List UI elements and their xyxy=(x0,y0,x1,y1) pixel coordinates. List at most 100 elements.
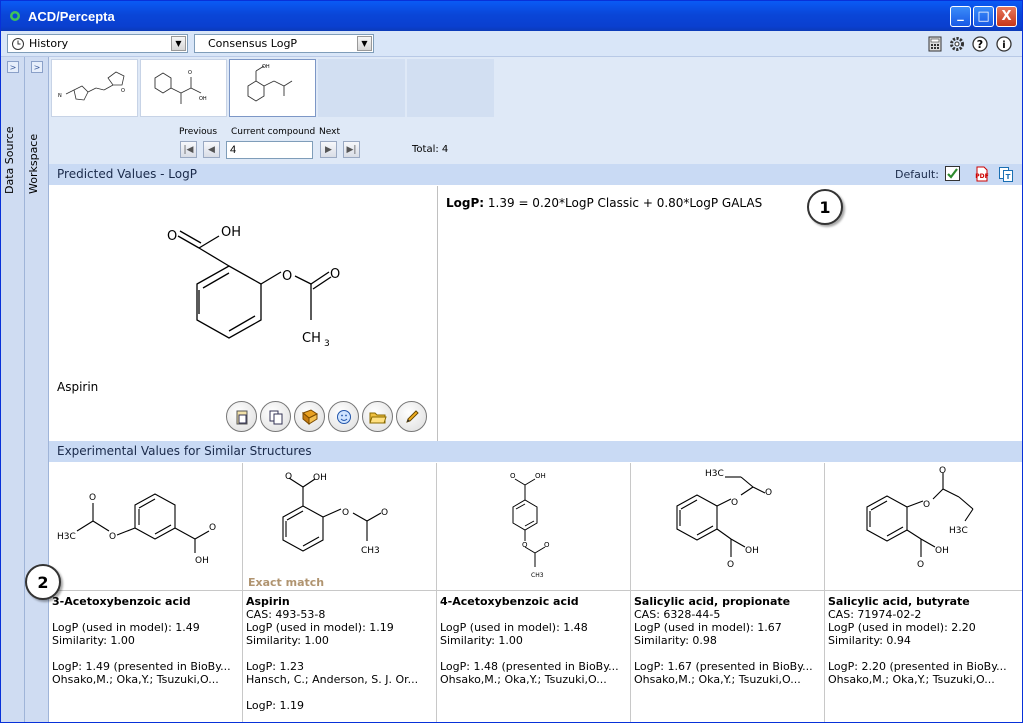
similar-structure-card[interactable]: H3C O O O OH Salicylic acid, propionate CA… xyxy=(631,463,825,722)
logp-used-in-model: LogP (used in model): 2.20 xyxy=(828,621,976,634)
maximize-icon: □ xyxy=(977,9,990,24)
similar-structure-info: 3-Acetoxybenzoic acid LogP (used in mode… xyxy=(52,595,240,686)
minimize-button[interactable]: _ xyxy=(950,6,971,27)
chevron-down-icon[interactable]: ▼ xyxy=(357,36,372,51)
compound-thumbnail[interactable]: NO xyxy=(51,59,138,117)
close-button[interactable]: X xyxy=(996,6,1017,27)
svg-text:PDF: PDF xyxy=(975,173,988,180)
open-library-button[interactable] xyxy=(294,401,325,432)
reference-authors: Ohsako,M.; Oka,Y.; Tsuzuki,O... xyxy=(828,673,995,686)
chevron-down-icon[interactable]: ▼ xyxy=(171,36,186,51)
svg-text:O: O xyxy=(342,508,349,518)
similarity-value: Similarity: 0.98 xyxy=(634,634,717,647)
first-button[interactable]: |◀ xyxy=(180,141,197,158)
expand-icon[interactable]: > xyxy=(31,61,43,73)
experimental-values-header: Experimental Values for Similar Structur… xyxy=(49,441,1022,462)
pencil-icon xyxy=(405,409,419,423)
edit-structure-button[interactable] xyxy=(396,401,427,432)
logp-reference: LogP: 1.48 (presented in BioBy... xyxy=(440,660,619,673)
module-label: Consensus LogP xyxy=(208,37,298,50)
current-compound-input[interactable] xyxy=(226,141,313,159)
help-icon[interactable]: ? xyxy=(971,35,988,52)
svg-text:O: O xyxy=(727,560,734,570)
compound-name: Aspirin xyxy=(57,380,99,394)
logp-reference: LogP: 1.23 xyxy=(246,660,304,673)
svg-text:O: O xyxy=(209,523,216,533)
predicted-values-title: Predicted Values - LogP xyxy=(57,167,197,181)
predicted-values-header: Predicted Values - LogP Default: PDF T xyxy=(49,164,1022,185)
gear-icon[interactable] xyxy=(948,35,965,52)
logp-extra: LogP: 1.19 xyxy=(246,699,304,712)
maximize-button[interactable]: □ xyxy=(973,6,994,27)
compound-thumbnail-selected[interactable]: OH xyxy=(229,59,316,117)
similar-structure-info: 4-Acetoxybenzoic acid LogP (used in mode… xyxy=(440,595,628,686)
svg-text:CH3: CH3 xyxy=(361,546,380,556)
next-button[interactable]: ▶ xyxy=(320,141,337,158)
copy-icon[interactable]: T xyxy=(998,166,1014,185)
reference-authors: Ohsako,M.; Oka,Y.; Tsuzuki,O... xyxy=(634,673,801,686)
svg-text:H3C: H3C xyxy=(57,532,76,542)
current-compound-label: Current compound xyxy=(231,127,316,137)
similar-structure-card[interactable]: O OH O O CH3 Exact match Aspirin CAS: 493-… xyxy=(243,463,437,722)
svg-text:CH: CH xyxy=(302,331,321,346)
next-label: Next xyxy=(319,127,340,137)
logp-formula: LogP: 1.39 = 0.20*LogP Classic + 0.80*Lo… xyxy=(446,196,762,210)
similar-structure-card[interactable]: O O H3C O OH Salicylic acid, butyrate CAS:… xyxy=(825,463,1022,722)
similar-structure-info: Aspirin CAS: 493-53-8 LogP (used in mode… xyxy=(246,595,434,712)
folder-icon xyxy=(368,412,387,423)
data-source-label: Data Source xyxy=(3,126,16,194)
cas-number xyxy=(52,608,240,621)
info-icon[interactable]: i xyxy=(995,35,1012,52)
logp-used-in-model: LogP (used in model): 1.48 xyxy=(440,621,588,634)
smiles-button[interactable] xyxy=(328,401,359,432)
previous-button[interactable]: ◀ xyxy=(203,141,220,158)
title-bar[interactable]: ACD/Percepta _ □ X xyxy=(1,1,1022,31)
history-label: History xyxy=(29,37,69,50)
empty-thumbnail-slot xyxy=(407,59,494,117)
compound-thumbnail[interactable]: OH O xyxy=(140,59,227,117)
empty-thumbnail-slot xyxy=(318,59,405,117)
svg-text:H3C: H3C xyxy=(705,469,724,479)
similar-structure-card[interactable]: O OH O O CH3 4-Acetoxybenzoic acid LogP (u… xyxy=(437,463,631,722)
copy-structure-button[interactable] xyxy=(260,401,291,432)
toolbar: History ▼ Consensus LogP ▼ ? i xyxy=(1,31,1022,57)
svg-text:N: N xyxy=(58,93,62,99)
workspace-tab[interactable]: > Workspace xyxy=(25,57,49,722)
svg-text:O: O xyxy=(121,88,125,94)
svg-text:T: T xyxy=(1006,173,1011,181)
logp-expression: 1.39 = 0.20*LogP Classic + 0.80*LogP GAL… xyxy=(487,196,763,210)
data-source-tab[interactable]: > Data Source xyxy=(1,57,25,722)
main-panel: NO OH O OH Previous Current compound Nex… xyxy=(25,57,1022,722)
open-file-button[interactable] xyxy=(362,401,393,432)
svg-text:OH: OH xyxy=(745,546,759,556)
structure-image: O OH O O CH3 Exact match xyxy=(243,463,437,591)
history-dropdown[interactable]: History ▼ xyxy=(7,34,188,53)
predicted-formula-panel: LogP: 1.39 = 0.20*LogP Classic + 0.80*Lo… xyxy=(438,186,1022,441)
last-icon: ▶| xyxy=(346,144,357,155)
similar-structure-card[interactable]: O O H3C O OH 3-Acetoxybenzoic acid LogP (u… xyxy=(49,463,243,722)
default-checkbox[interactable] xyxy=(945,166,960,181)
minimize-icon: _ xyxy=(957,7,964,22)
calculator-icon[interactable] xyxy=(926,35,943,52)
logp-used-in-model: LogP (used in model): 1.19 xyxy=(246,621,394,634)
svg-text:O: O xyxy=(510,472,516,480)
book-icon xyxy=(301,408,318,425)
svg-text:3: 3 xyxy=(324,339,330,349)
paste-structure-button[interactable] xyxy=(226,401,257,432)
aspirin-structure: O OH O O CH 3 xyxy=(167,225,340,349)
module-dropdown[interactable]: Consensus LogP ▼ xyxy=(194,34,374,53)
logp-label: LogP: xyxy=(446,196,485,210)
svg-text:OH: OH xyxy=(313,473,327,483)
first-icon: |◀ xyxy=(183,144,194,155)
structure-image: O OH O O CH3 xyxy=(437,463,631,591)
last-button[interactable]: ▶| xyxy=(343,141,360,158)
svg-text:i: i xyxy=(1002,40,1005,51)
expand-icon[interactable]: > xyxy=(7,61,19,73)
svg-text:O: O xyxy=(381,508,388,518)
pdf-icon[interactable]: PDF xyxy=(975,166,989,185)
svg-text:CH3: CH3 xyxy=(531,572,544,579)
default-label: Default: xyxy=(895,168,939,181)
svg-text:O: O xyxy=(167,229,177,244)
svg-text:OH: OH xyxy=(195,556,209,566)
close-icon: X xyxy=(1001,9,1012,24)
